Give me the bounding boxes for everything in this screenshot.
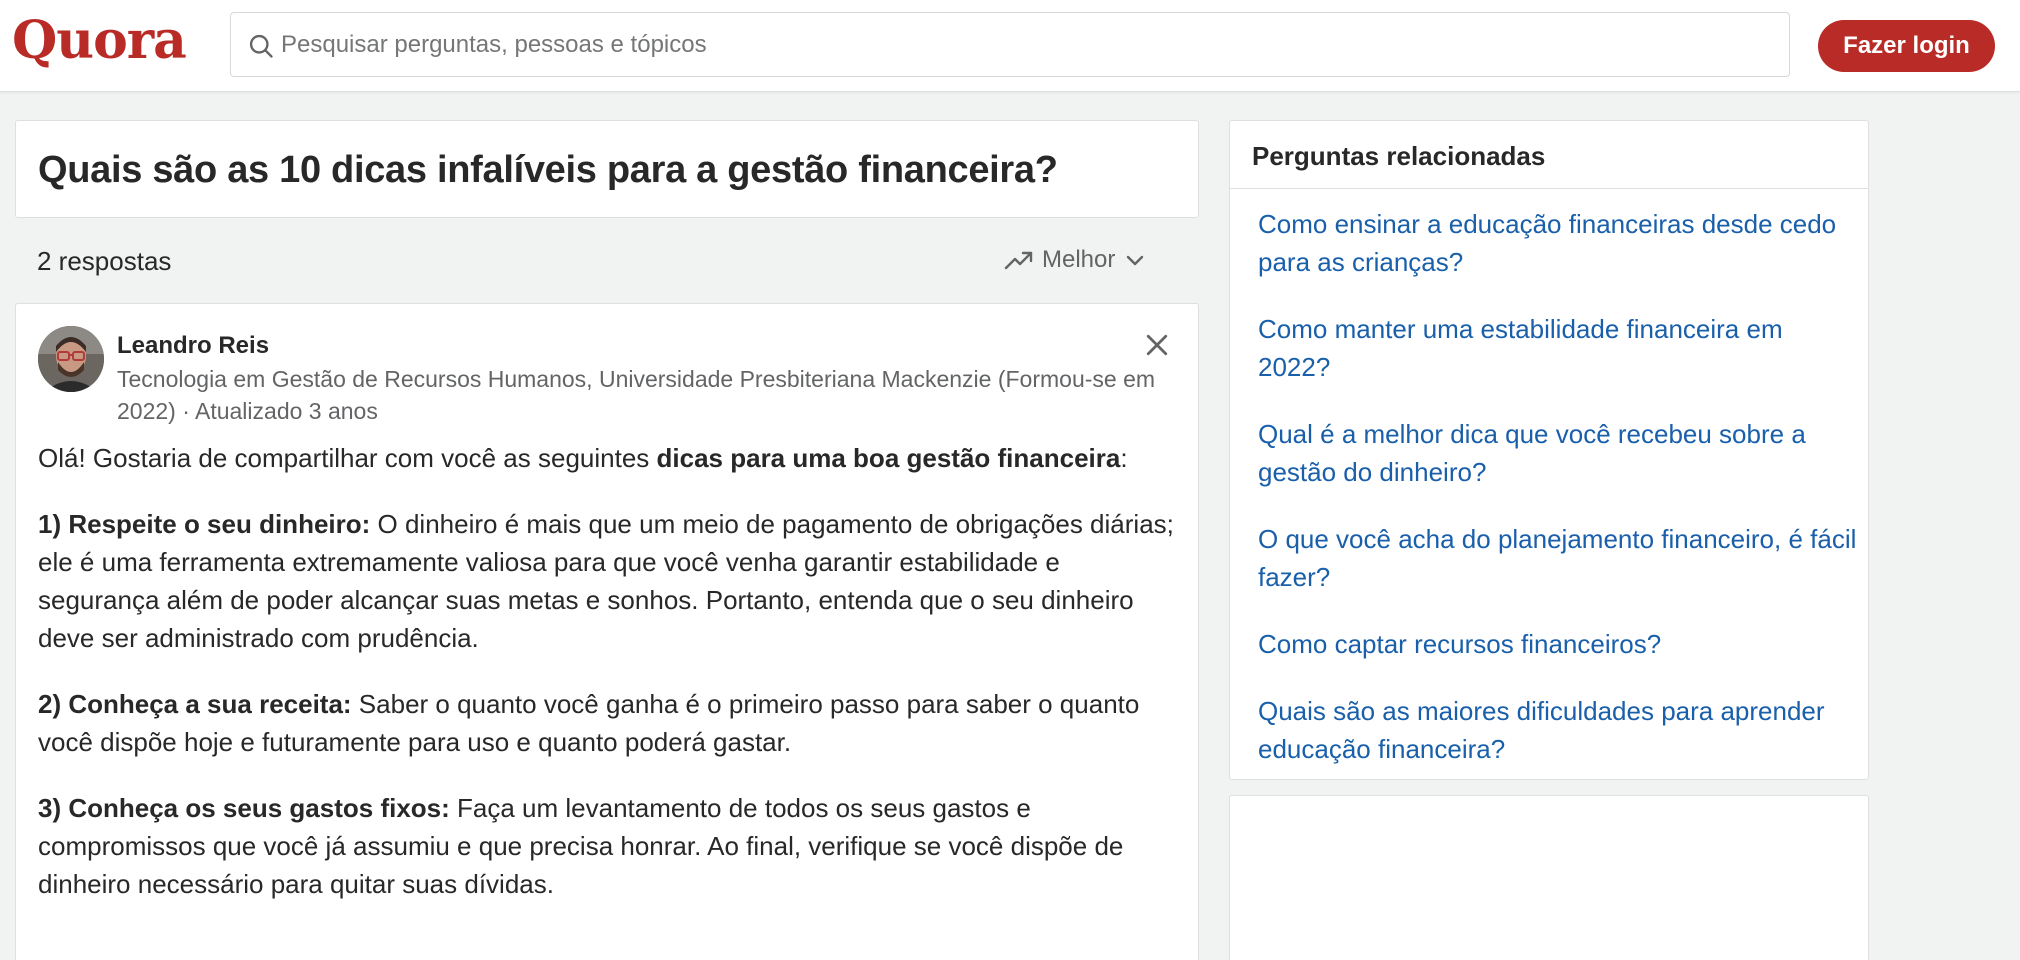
related-question-link[interactable]: Como manter uma estabilidade financeira … <box>1258 310 1858 386</box>
answer-body: Olá! Gostaria de compartilhar com você a… <box>38 439 1178 931</box>
top-header: Quora Fazer login <box>0 0 2020 92</box>
question-card: Quais são as 10 dicas infalíveis para a … <box>15 120 1199 218</box>
question-title: Quais são as 10 dicas infalíveis para a … <box>38 149 1058 191</box>
related-question-link[interactable]: O que você acha do planejamento financei… <box>1258 520 1858 596</box>
search-input[interactable] <box>281 13 1771 76</box>
answer-card: Leandro Reis Tecnologia em Gestão de Rec… <box>15 303 1199 960</box>
related-question-link[interactable]: Como captar recursos financeiros? <box>1258 625 1858 663</box>
answer-tip-1: 1) Respeite o seu dinheiro: O dinheiro é… <box>38 509 1174 653</box>
answers-count: 2 respostas <box>37 246 172 276</box>
avatar-photo <box>38 326 104 392</box>
related-questions-list: Como ensinar a educação financeiras desd… <box>1258 205 1858 797</box>
divider <box>1230 188 1868 189</box>
answer-tip-2: 2) Conheça a sua receita: Saber o quanto… <box>38 689 1140 757</box>
sort-dropdown[interactable]: Melhor <box>1004 244 1147 276</box>
related-questions-title: Perguntas relacionadas <box>1252 141 1546 171</box>
search-box[interactable] <box>230 12 1790 77</box>
related-question-link[interactable]: Qual é a melhor dica que você recebeu so… <box>1258 415 1858 491</box>
author-name[interactable]: Leandro Reis <box>117 332 269 360</box>
quora-logo[interactable]: Quora <box>12 10 187 71</box>
login-button[interactable]: Fazer login <box>1818 20 1995 72</box>
related-questions-card: Perguntas relacionadas Como ensinar a ed… <box>1229 120 1869 780</box>
sidebar-placeholder-card <box>1229 795 1869 960</box>
chevron-down-icon <box>1127 255 1144 266</box>
related-question-link[interactable]: Como ensinar a educação financeiras desd… <box>1258 205 1858 281</box>
search-icon <box>249 34 273 58</box>
related-question-link[interactable]: Quais são as maiores dificuldades para a… <box>1258 692 1858 768</box>
author-credential: Tecnologia em Gestão de Recursos Humanos… <box>117 366 1156 424</box>
trending-up-icon <box>1004 251 1033 270</box>
answer-intro: Olá! Gostaria de compartilhar com você a… <box>38 443 1128 473</box>
answer-tip-3: 3) Conheça os seus gastos fixos: Faça um… <box>38 793 1124 899</box>
sort-label: Melhor <box>1042 246 1116 273</box>
close-icon[interactable] <box>1142 330 1172 360</box>
author-avatar[interactable] <box>38 326 104 392</box>
